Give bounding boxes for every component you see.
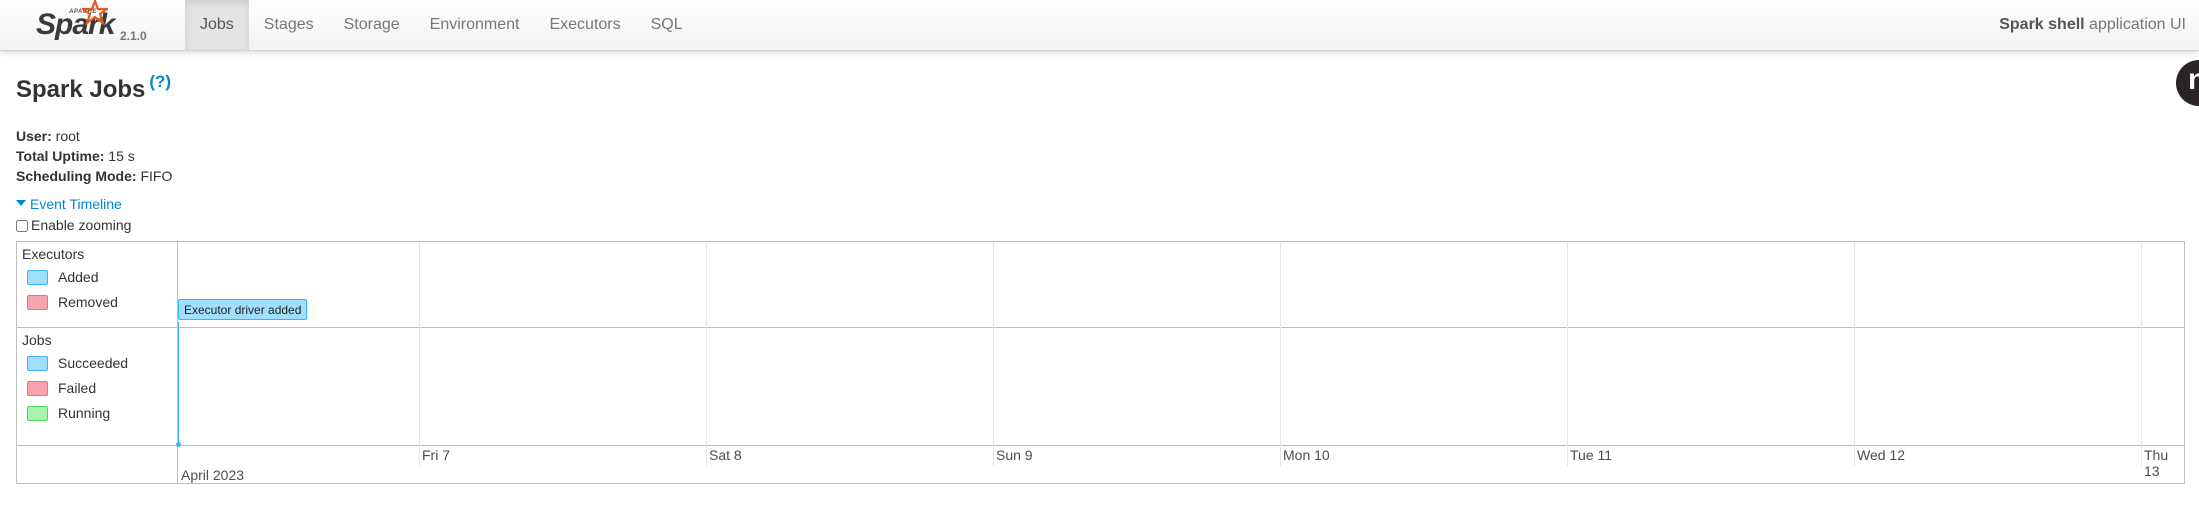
axis-tick: [706, 446, 707, 466]
brand-version: 2.1.0: [120, 29, 147, 43]
legend-label: Removed: [58, 294, 118, 310]
axis-day-label: Tue 11: [1570, 447, 1613, 463]
enable-zooming-label: Enable zooming: [31, 217, 132, 233]
info-label: Total Uptime:: [16, 148, 105, 164]
info-scheduling-mode: Scheduling Mode: FIFO: [16, 166, 172, 186]
event-timeline-label: Event Timeline: [30, 196, 122, 212]
axis-day-label: Wed 12: [1857, 447, 1905, 463]
help-link[interactable]: (?): [149, 72, 171, 91]
executor-added-event[interactable]: Executor driver added: [178, 299, 308, 320]
axis-tick: [419, 446, 420, 466]
grid-line: [1567, 242, 1568, 446]
axis-day-label: Fri 7: [422, 447, 450, 463]
app-title: Spark shell application UI: [1999, 0, 2186, 50]
info-user: User: root: [16, 126, 172, 146]
spark-logo[interactable]: APACHE Spark 2.1.0: [34, 0, 154, 46]
navbar: APACHE Spark 2.1.0 Jobs Stages Storage E…: [0, 0, 2199, 51]
legend-label: Succeeded: [58, 355, 129, 371]
axis-tick: [1280, 446, 1281, 466]
axis-tick: [1567, 446, 1568, 466]
grid-line: [1280, 242, 1281, 446]
axis-month-label: April 2023: [181, 467, 245, 483]
axis-day-label: Sun 9: [996, 447, 1033, 463]
axis-tick: [993, 446, 994, 466]
legend-label: Added: [58, 269, 99, 285]
tab-executors[interactable]: Executors: [534, 0, 635, 50]
axis-day-label: Sat 8: [709, 447, 742, 463]
group-divider: [17, 327, 2184, 328]
executors-group-title: Executors: [22, 246, 85, 262]
legend-item-added: Added: [27, 269, 98, 286]
tab-environment[interactable]: Environment: [415, 0, 535, 50]
axis-divider: [17, 445, 2184, 446]
info-value: root: [51, 128, 80, 144]
avatar[interactable]: n: [2176, 60, 2199, 106]
page-title-text: Spark Jobs: [16, 76, 146, 103]
current-time-marker: [178, 322, 179, 445]
axis-tick: [2141, 446, 2142, 466]
event-timeline-toggle[interactable]: Event Timeline: [16, 196, 122, 212]
axis-day-label: Thu 13: [2144, 447, 2169, 479]
info-value: 15 s: [104, 148, 135, 164]
caret-down-icon: [16, 200, 26, 207]
grid-line: [1854, 242, 1855, 446]
axis-tick: [1854, 446, 1855, 466]
legend-swatch: [27, 294, 48, 310]
job-summary: User: root Total Uptime: 15 s Scheduling…: [16, 126, 172, 186]
legend-swatch: [27, 269, 48, 285]
tab-stages[interactable]: Stages: [249, 0, 329, 50]
legend-label: Running: [58, 405, 111, 421]
legend-swatch: [27, 355, 48, 371]
legend-swatch: [27, 405, 48, 421]
info-value: FIFO: [136, 168, 173, 184]
grid-line: [419, 242, 420, 446]
legend-item-failed: Failed: [27, 380, 96, 397]
legend-label: Failed: [58, 380, 97, 396]
zoom-control: Enable zooming: [16, 217, 131, 233]
grid-line: [993, 242, 994, 446]
info-uptime: Total Uptime: 15 s: [16, 146, 172, 166]
grid-line: [2141, 242, 2142, 446]
tab-jobs[interactable]: Jobs: [185, 0, 249, 50]
legend-item-removed: Removed: [27, 294, 118, 311]
nav-tabs: Jobs Stages Storage Environment Executor…: [185, 0, 698, 50]
app-name: Spark shell: [1999, 16, 2085, 33]
grid-line: [706, 242, 707, 446]
tab-sql[interactable]: SQL: [636, 0, 698, 50]
legend-item-succeeded: Succeeded: [27, 355, 128, 372]
axis-day-label: Mon 10: [1283, 447, 1330, 463]
spark-star-icon: [82, 0, 108, 26]
jobs-group-title: Jobs: [22, 332, 52, 348]
enable-zooming-checkbox[interactable]: [16, 220, 28, 233]
tab-storage[interactable]: Storage: [329, 0, 415, 50]
event-timeline[interactable]: Fri 7 Sat 8 Sun 9 Mon 10 Tue 11 Wed 12 T…: [16, 241, 2185, 484]
page-title: Spark Jobs (?): [16, 72, 171, 104]
event-point: [176, 442, 181, 447]
legend-swatch: [27, 380, 48, 396]
info-label: User:: [16, 128, 52, 144]
app-suffix: application UI: [2084, 16, 2186, 33]
legend-item-running: Running: [27, 405, 110, 422]
info-label: Scheduling Mode:: [16, 168, 137, 184]
